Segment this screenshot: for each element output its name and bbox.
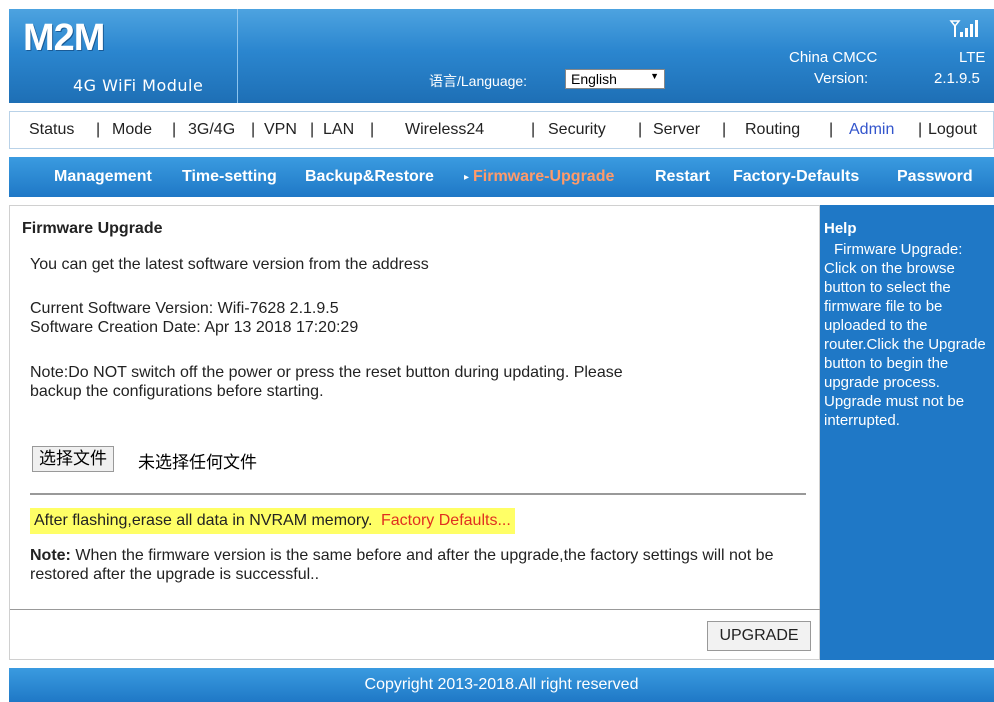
subnav-restart[interactable]: Restart (655, 168, 710, 186)
nav-server[interactable]: Server (653, 121, 700, 139)
nav-separator: | (251, 121, 256, 138)
chevron-down-icon: ▼ (650, 71, 659, 81)
upgrade-button[interactable]: UPGRADE (707, 621, 811, 651)
nav-wireless24[interactable]: Wireless24 (405, 121, 484, 139)
nvram-erase-text: After flashing,erase all data in NVRAM m… (34, 512, 373, 529)
nav-separator: | (918, 121, 923, 138)
signal-bars-icon (949, 19, 979, 44)
nav-separator: | (829, 121, 834, 138)
subnav-password[interactable]: Password (897, 168, 973, 186)
nav-separator: | (722, 121, 727, 138)
help-text: Firmware Upgrade: Click on the browse bu… (824, 241, 986, 429)
subnav-management[interactable]: Management (54, 168, 152, 186)
current-marker-icon: ▸ (464, 172, 470, 183)
logo: M2M (23, 17, 105, 59)
subnav-factory-defaults[interactable]: Factory-Defaults (733, 168, 859, 186)
sub-nav: Management Time-setting Backup&Restore ▸… (9, 157, 994, 197)
nav-mode[interactable]: Mode (112, 121, 152, 139)
note-text: When the firmware version is the same be… (30, 547, 774, 583)
choose-file-button[interactable]: 选择文件 (32, 446, 114, 472)
divider (10, 609, 821, 610)
nav-vpn[interactable]: VPN (264, 121, 297, 139)
note-label: Note: (30, 547, 71, 564)
subnav-time-setting[interactable]: Time-setting (182, 168, 277, 186)
current-version-text: Current Software Version: Wifi-7628 2.1.… (30, 300, 339, 317)
nav-lan[interactable]: LAN (323, 121, 354, 139)
main-nav: Status | Mode | 3G/4G | VPN | LAN | Wire… (9, 111, 994, 149)
nav-security[interactable]: Security (548, 121, 606, 139)
network-type: LTE (959, 49, 986, 66)
subnav-backup-restore[interactable]: Backup&Restore (305, 168, 434, 186)
nav-admin[interactable]: Admin (849, 121, 894, 139)
nav-separator: | (370, 121, 375, 138)
nav-separator: | (638, 121, 643, 138)
language-select[interactable]: English ▼ (565, 69, 665, 89)
nav-status[interactable]: Status (29, 121, 74, 139)
warning-note-line2: backup the configurations before startin… (30, 383, 324, 400)
creation-date-text: Software Creation Date: Apr 13 2018 17:2… (30, 319, 359, 336)
nav-separator: | (531, 121, 536, 138)
nav-logout[interactable]: Logout (928, 121, 977, 139)
language-label: 语言/Language: (429, 73, 528, 89)
firmware-upgrade-panel: Firmware Upgrade You can get the latest … (9, 205, 821, 660)
subnav-firmware-upgrade[interactable]: Firmware-Upgrade (473, 168, 614, 186)
carrier-name: China CMCC (789, 49, 878, 66)
version-value: 2.1.9.5 (934, 70, 980, 87)
help-title: Help (824, 220, 857, 237)
version-label: Version: (814, 70, 869, 87)
nav-separator: | (96, 121, 101, 138)
footer: Copyright 2013-2018.All right reserved (9, 668, 994, 702)
logo-area: M2M 4G WiFi Module (9, 9, 238, 103)
divider (30, 493, 806, 495)
intro-text: You can get the latest software version … (30, 256, 429, 273)
factory-defaults-link[interactable]: Factory Defaults... (381, 512, 511, 529)
version-note: Note: When the firmware version is the s… (30, 546, 800, 584)
header-banner: M2M 4G WiFi Module 语言/Language: English … (9, 9, 994, 103)
language-select-value: English (571, 71, 617, 87)
nav-separator: | (172, 121, 177, 138)
nvram-erase-notice: After flashing,erase all data in NVRAM m… (30, 508, 515, 534)
nav-routing[interactable]: Routing (745, 121, 800, 139)
logo-subtitle: 4G WiFi Module (73, 76, 204, 95)
page-title: Firmware Upgrade (22, 220, 163, 237)
help-panel: Help Firmware Upgrade: Click on the brow… (820, 205, 994, 660)
warning-note-line1: Note:Do NOT switch off the power or pres… (30, 364, 623, 381)
nav-3g4g[interactable]: 3G/4G (188, 121, 235, 139)
file-status-text: 未选择任何文件 (138, 453, 257, 472)
nav-separator: | (310, 121, 315, 138)
